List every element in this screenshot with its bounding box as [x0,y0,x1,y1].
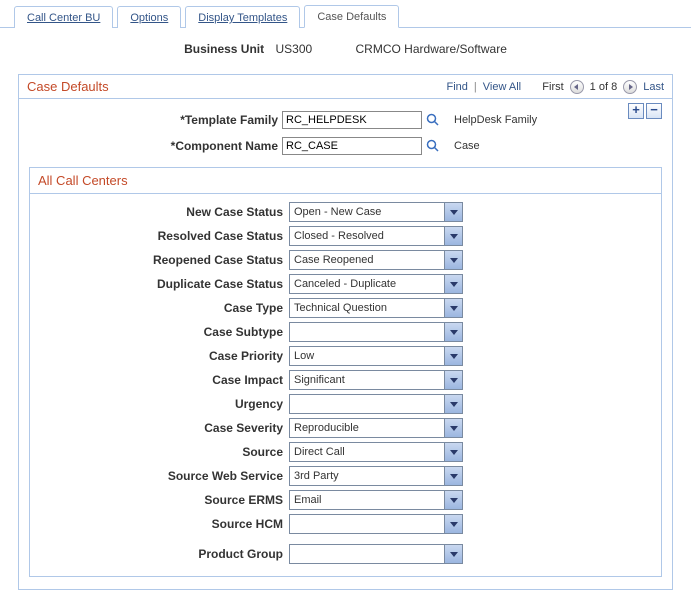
chevron-down-icon [444,203,462,221]
source-hcm-label: Source HCM [34,517,289,531]
prev-record-button[interactable] [570,80,584,94]
source-web-service-row: Source Web Service 3rd Party [34,464,657,488]
template-family-label: Template Family [27,113,282,127]
case-impact-select[interactable]: Significant [289,370,463,390]
lookup-icon[interactable] [426,139,440,153]
business-unit-label: Business Unit [184,42,264,56]
urgency-label: Urgency [34,397,289,411]
source-select[interactable]: Direct Call [289,442,463,462]
template-family-input[interactable] [282,111,422,129]
chevron-down-icon [444,347,462,365]
duplicate-case-status-label: Duplicate Case Status [34,277,289,291]
chevron-down-icon [444,251,462,269]
case-type-select[interactable]: Technical Question [289,298,463,318]
section-nav: Find | View All First 1 of 8 Last [447,80,664,94]
source-hcm-row: Source HCM [34,512,657,536]
lookup-icon[interactable] [426,113,440,127]
chevron-down-icon [444,395,462,413]
nav-separator: | [474,81,477,93]
all-call-centers-title: All Call Centers [30,168,661,194]
find-link[interactable]: Find [447,81,468,93]
component-name-desc: Case [454,140,480,152]
chevron-down-icon [444,299,462,317]
resolved-case-status-select[interactable]: Closed - Resolved [289,226,463,246]
product-group-select[interactable] [289,544,463,564]
product-group-row: Product Group [34,542,657,566]
component-name-input[interactable] [282,137,422,155]
reopened-case-status-select[interactable]: Case Reopened [289,250,463,270]
all-call-centers-body: New Case Status Open - New Case Resolved… [30,194,661,576]
source-erms-row: Source ERMS Email [34,488,657,512]
tab-call-center-bu[interactable]: Call Center BU [14,6,113,28]
case-priority-row: Case Priority Low [34,344,657,368]
duplicate-case-status-select[interactable]: Canceled - Duplicate [289,274,463,294]
new-case-status-select[interactable]: Open - New Case [289,202,463,222]
resolved-case-status-label: Resolved Case Status [34,229,289,243]
tab-display-templates[interactable]: Display Templates [185,6,300,28]
all-call-centers-section: All Call Centers New Case Status Open - … [29,167,662,577]
case-subtype-select[interactable] [289,322,463,342]
resolved-case-status-row: Resolved Case Status Closed - Resolved [34,224,657,248]
section-header: Case Defaults Find | View All First 1 of… [18,74,673,99]
urgency-row: Urgency [34,392,657,416]
section-title: Case Defaults [27,79,109,94]
case-severity-select[interactable]: Reproducible [289,418,463,438]
source-label: Source [34,445,289,459]
template-family-row: Template Family HelpDesk Family [27,107,664,133]
component-name-row: Component Name Case [27,133,664,159]
case-subtype-label: Case Subtype [34,325,289,339]
case-defaults-form: + − Template Family HelpDesk Family Comp… [18,99,673,590]
add-row-button[interactable]: + [628,103,644,119]
business-unit-code: US300 [275,42,312,56]
case-severity-row: Case Severity Reproducible [34,416,657,440]
chevron-down-icon [444,515,462,533]
chevron-down-icon [444,443,462,461]
duplicate-case-status-row: Duplicate Case Status Canceled - Duplica… [34,272,657,296]
page-content: Business Unit US300 CRMCO Hardware/Softw… [0,28,691,600]
chevron-down-icon [444,227,462,245]
chevron-down-icon [444,323,462,341]
case-type-label: Case Type [34,301,289,315]
last-link[interactable]: Last [643,81,664,93]
case-priority-label: Case Priority [34,349,289,363]
chevron-down-icon [444,491,462,509]
case-subtype-row: Case Subtype [34,320,657,344]
tab-case-defaults[interactable]: Case Defaults [304,5,399,28]
source-web-service-label: Source Web Service [34,469,289,483]
urgency-select[interactable] [289,394,463,414]
record-counter: 1 of 8 [590,81,618,93]
add-remove-controls: + − [628,103,662,119]
source-erms-select[interactable]: Email [289,490,463,510]
first-label: First [542,81,563,93]
view-all-link[interactable]: View All [483,81,521,93]
template-family-desc: HelpDesk Family [454,114,537,126]
new-case-status-label: New Case Status [34,205,289,219]
chevron-down-icon [444,275,462,293]
reopened-case-status-row: Reopened Case Status Case Reopened [34,248,657,272]
case-priority-select[interactable]: Low [289,346,463,366]
component-name-label: Component Name [27,139,282,153]
next-record-button[interactable] [623,80,637,94]
new-case-status-row: New Case Status Open - New Case [34,200,657,224]
reopened-case-status-label: Reopened Case Status [34,253,289,267]
case-severity-label: Case Severity [34,421,289,435]
case-type-row: Case Type Technical Question [34,296,657,320]
case-impact-label: Case Impact [34,373,289,387]
tab-options[interactable]: Options [117,6,181,28]
chevron-down-icon [444,419,462,437]
source-web-service-select[interactable]: 3rd Party [289,466,463,486]
product-group-label: Product Group [34,547,289,561]
business-unit-line: Business Unit US300 CRMCO Hardware/Softw… [18,42,673,56]
chevron-down-icon [444,371,462,389]
remove-row-button[interactable]: − [646,103,662,119]
case-impact-row: Case Impact Significant [34,368,657,392]
chevron-down-icon [444,467,462,485]
source-row: Source Direct Call [34,440,657,464]
chevron-down-icon [444,545,462,563]
source-hcm-select[interactable] [289,514,463,534]
source-erms-label: Source ERMS [34,493,289,507]
business-unit-name: CRMCO Hardware/Software [356,42,507,56]
tab-bar: Call Center BU Options Display Templates… [0,0,691,28]
